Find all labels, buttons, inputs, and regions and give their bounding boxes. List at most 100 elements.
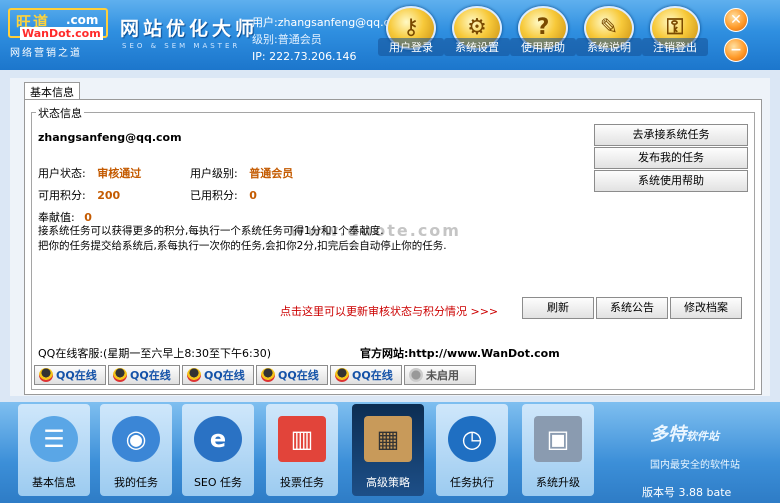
nav-item-label: 系统升级 bbox=[536, 476, 580, 489]
nav-item-vote-tasks[interactable]: ▥ 投票任务 bbox=[264, 402, 340, 498]
system-help-button[interactable]: 系统使用帮助 bbox=[594, 170, 748, 192]
qq-penguin-icon bbox=[39, 368, 53, 382]
status-legend: 状态信息 bbox=[36, 105, 84, 121]
logo-dotcom: .com bbox=[66, 13, 99, 27]
header-bar: 旺道 .com WanDot.com 网络营销之道 网站优化大师 SEO & S… bbox=[0, 0, 780, 70]
qq-online-button[interactable]: QQ在线 bbox=[330, 365, 402, 385]
brand-tagline: 国内最安全的软件站 bbox=[650, 460, 740, 471]
nav-item-my-tasks[interactable]: ◉ 我的任务 bbox=[98, 402, 174, 498]
logo-slogan: 网络营销之道 bbox=[10, 48, 82, 59]
bottom-nav: ☰ 基本信息 ◉ 我的任务 e SEO 任务 ▥ 投票任务 ▦ 高级策略 ◷ 任… bbox=[0, 402, 780, 503]
account-email: zhangsanfeng@qq.com bbox=[38, 131, 182, 144]
system-notice-button[interactable]: 系统公告 bbox=[596, 297, 668, 319]
qq-penguin-icon bbox=[261, 368, 275, 382]
brand-name-sub: 软件站 bbox=[686, 430, 719, 443]
refresh-button[interactable]: 刷新 bbox=[522, 297, 594, 319]
toolbar-label: 系统设置 bbox=[444, 38, 510, 56]
publish-my-task-button[interactable]: 发布我的任务 bbox=[594, 147, 748, 169]
nav-item-label: SEO 任务 bbox=[193, 476, 243, 489]
nav-item-label: 基本信息 bbox=[32, 476, 76, 489]
user-level-value: 普通会员 bbox=[249, 167, 294, 180]
nav-item-basic-info[interactable]: ☰ 基本信息 bbox=[16, 402, 92, 498]
brand-watermark: 多特软件站 bbox=[650, 420, 719, 446]
qq-online-button[interactable]: QQ在线 bbox=[256, 365, 328, 385]
toolbar-label: 系统说明 bbox=[576, 38, 642, 56]
user-state-value: 审核通过 bbox=[97, 167, 142, 180]
available-points-row: 可用积分: 200 bbox=[38, 187, 120, 203]
app-logo: 旺道 .com WanDot.com 网络营销之道 bbox=[6, 6, 114, 59]
toolbar-label: 注销登出 bbox=[642, 38, 708, 56]
qq-button-label: QQ在线 bbox=[278, 369, 319, 382]
qq-penguin-icon bbox=[187, 368, 201, 382]
user-state-label: 用户状态: bbox=[38, 167, 86, 180]
official-site-label: 官方网站: bbox=[360, 347, 409, 360]
qq-disabled-button[interactable]: 未启用 bbox=[404, 365, 476, 385]
nav-item-seo-tasks[interactable]: e SEO 任务 bbox=[180, 402, 256, 498]
refresh-status-link[interactable]: 点击这里可以更新审核状态与积分情况 >>> bbox=[280, 303, 498, 319]
qq-online-button[interactable]: QQ在线 bbox=[34, 365, 106, 385]
qq-penguin-icon bbox=[409, 368, 423, 382]
tab-panel: 状态信息 zhangsanfeng@qq.com 用户状态: 审核通过 用户级别… bbox=[24, 99, 762, 395]
edit-profile-button[interactable]: 修改档案 bbox=[670, 297, 742, 319]
toolbar-label: 用户登录 bbox=[378, 38, 444, 56]
qq-penguin-icon bbox=[335, 368, 349, 382]
nav-item-label: 高级策略 bbox=[366, 476, 410, 489]
app-title: 网站优化大师 bbox=[120, 18, 259, 40]
used-points-label: 已用积分: bbox=[190, 189, 238, 202]
nav-item-system-upgrade[interactable]: ▣ 系统升级 bbox=[520, 402, 596, 498]
ie-icon: e bbox=[194, 416, 242, 462]
tab-basic-info[interactable]: 基本信息 bbox=[24, 82, 80, 100]
user-info-icon: ☰ bbox=[30, 416, 78, 462]
toolbar: ⚷ 用户登录 ⚙ 系统设置 ? 使用帮助 ✎ 系统说明 ⚿ 注销登出 bbox=[378, 6, 708, 66]
toolbar-label: 使用帮助 bbox=[510, 38, 576, 56]
user-level-row: 用户级别: 普通会员 bbox=[190, 165, 293, 181]
nav-item-task-execution[interactable]: ◷ 任务执行 bbox=[434, 402, 510, 498]
logo-frame: 旺道 .com WanDot.com bbox=[8, 8, 108, 40]
nav-item-label: 我的任务 bbox=[114, 476, 158, 489]
toolbar-settings-button[interactable]: ⚙ 系统设置 bbox=[444, 6, 510, 66]
close-icon[interactable]: ✕ bbox=[724, 8, 748, 32]
nav-item-advanced-strategy[interactable]: ▦ 高级策略 bbox=[350, 402, 426, 498]
toolbar-logout-button[interactable]: ⚿ 注销登出 bbox=[642, 6, 708, 66]
qq-service-hours: QQ在线客服:(星期一至六早上8:30至下午6:30) bbox=[38, 347, 272, 360]
content-area: 基本信息 状态信息 zhangsanfeng@qq.com 用户状态: 审核通过… bbox=[10, 78, 770, 396]
nav-item-label: 任务执行 bbox=[450, 476, 494, 489]
globe-icon: ◉ bbox=[112, 416, 160, 462]
minimize-icon[interactable]: − bbox=[724, 38, 748, 62]
brand-name: 多特 bbox=[650, 424, 686, 445]
version-label: 版本号 3.88 bate bbox=[642, 486, 732, 499]
side-button-group: 去承接系统任务 发布我的任务 系统使用帮助 bbox=[594, 124, 748, 193]
available-points-value: 200 bbox=[97, 189, 121, 202]
used-points-row: 已用积分: 0 bbox=[190, 187, 257, 203]
toolbar-login-button[interactable]: ⚷ 用户登录 bbox=[378, 6, 444, 66]
info-line-2: 把你的任务提交给系统后,系每执行一次你的任务,会扣你2分,扣完后会自动停止你的任… bbox=[38, 240, 447, 252]
cube-icon: ▣ bbox=[534, 416, 582, 462]
user-level-label: 用户级别: bbox=[190, 167, 238, 180]
logo-domain: WanDot.com bbox=[20, 27, 103, 40]
clock-icon: ◷ bbox=[448, 416, 496, 462]
qq-online-button[interactable]: QQ在线 bbox=[182, 365, 254, 385]
toolbar-about-button[interactable]: ✎ 系统说明 bbox=[576, 6, 642, 66]
qq-button-label: QQ在线 bbox=[204, 369, 245, 382]
qq-button-label: 未启用 bbox=[426, 369, 459, 382]
nav-item-label: 投票任务 bbox=[280, 476, 324, 489]
official-site: 官方网站:http://www.WanDot.com bbox=[360, 345, 560, 361]
toolbar-help-button[interactable]: ? 使用帮助 bbox=[510, 6, 576, 66]
accept-system-task-button[interactable]: 去承接系统任务 bbox=[594, 124, 748, 146]
user-state-row: 用户状态: 审核通过 bbox=[38, 165, 141, 181]
qq-online-button[interactable]: QQ在线 bbox=[108, 365, 180, 385]
status-groupbox: 状态信息 zhangsanfeng@qq.com 用户状态: 审核通过 用户级别… bbox=[31, 105, 755, 390]
qq-button-label: QQ在线 bbox=[352, 369, 393, 382]
info-line-1: 接系统任务可以获得更多的积分,每执行一个系统任务可得1分和1个奉献度. bbox=[38, 225, 384, 237]
qq-penguin-icon bbox=[113, 368, 127, 382]
qq-button-label: QQ在线 bbox=[56, 369, 97, 382]
qq-button-label: QQ在线 bbox=[130, 369, 171, 382]
action-button-group: 刷新 系统公告 修改档案 bbox=[522, 297, 742, 319]
used-points-value: 0 bbox=[249, 189, 257, 202]
qq-button-list: QQ在线 QQ在线 QQ在线 QQ在线 QQ在线 未启用 bbox=[34, 365, 476, 385]
go-board-icon: ▦ bbox=[364, 416, 412, 462]
app-subtitle: SEO & SEM MASTER bbox=[122, 42, 241, 50]
official-site-link[interactable]: http://www.WanDot.com bbox=[408, 347, 559, 360]
bar-blocks-icon: ▥ bbox=[278, 416, 326, 462]
available-points-label: 可用积分: bbox=[38, 189, 86, 202]
